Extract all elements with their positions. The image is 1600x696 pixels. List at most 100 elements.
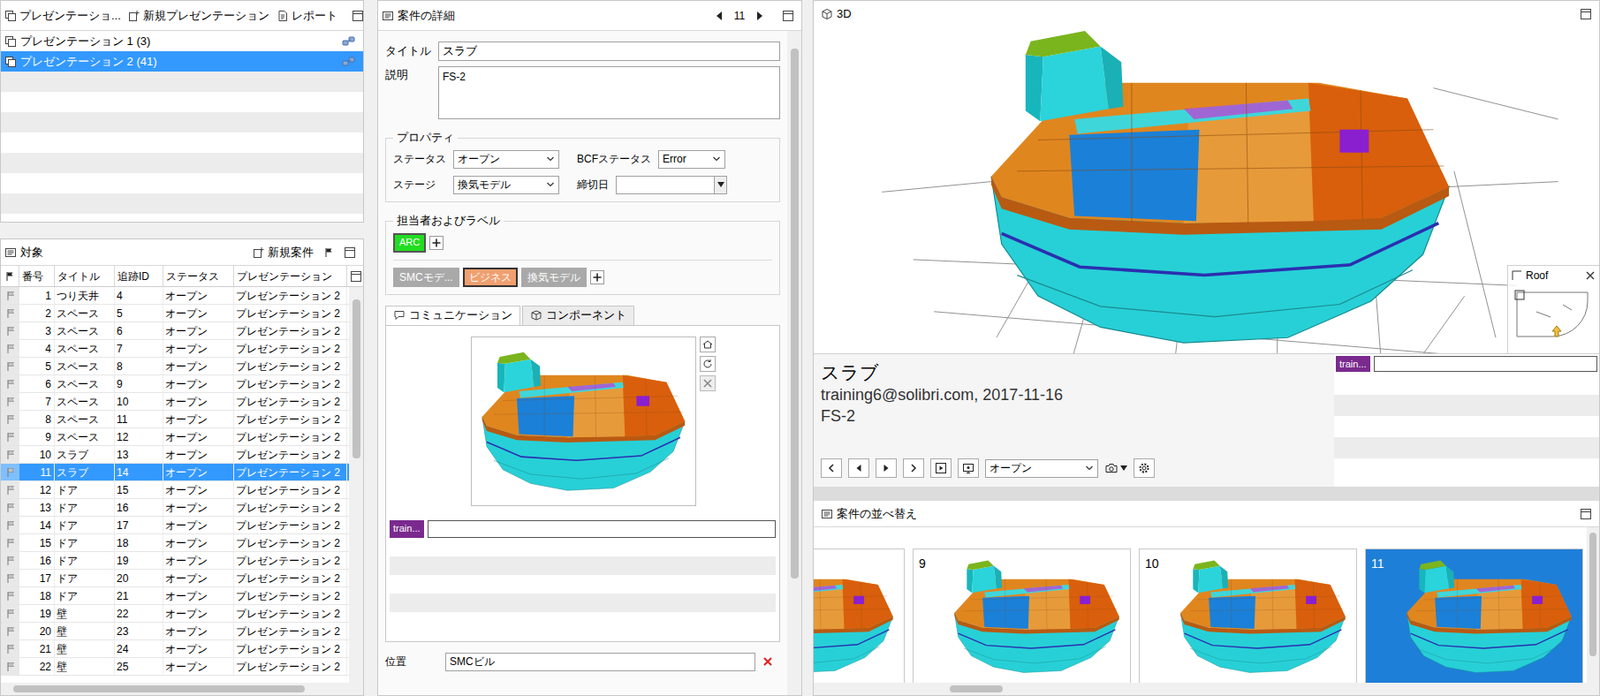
horizontal-scrollbar[interactable] xyxy=(0,682,364,696)
play-icon[interactable] xyxy=(930,458,952,478)
table-row[interactable]: 11スラブ14オープンプレゼンテーション 2 xyxy=(0,463,349,482)
vertical-scrollbar[interactable] xyxy=(348,287,364,683)
label-chip[interactable]: SMCモデ... xyxy=(393,267,460,288)
column-chooser[interactable] xyxy=(348,265,364,287)
label-chip[interactable]: ビジネス xyxy=(462,267,518,288)
flag-icon[interactable] xyxy=(324,247,334,258)
settings-icon[interactable] xyxy=(1133,458,1155,478)
building-model[interactable] xyxy=(972,25,1468,349)
flag-cell[interactable] xyxy=(0,569,20,587)
flag-cell[interactable] xyxy=(0,463,20,481)
scroll-thumb[interactable] xyxy=(352,299,361,459)
flag-cell[interactable] xyxy=(0,287,20,304)
toolbar-button[interactable]: レポート xyxy=(276,7,338,25)
assignee-chip[interactable]: ARC xyxy=(393,233,426,253)
add-icon[interactable] xyxy=(590,270,605,285)
table-row[interactable]: 18ドア21オープンプレゼンテーション 2 xyxy=(0,587,349,606)
issue-card[interactable] xyxy=(813,548,905,683)
flag-cell[interactable] xyxy=(0,640,20,658)
comment-input[interactable] xyxy=(1373,356,1598,372)
table-row[interactable]: 2スペース5オープンプレゼンテーション 2 xyxy=(0,304,349,323)
vertical-scrollbar[interactable] xyxy=(787,30,802,696)
table-row[interactable]: 3スペース6オープンプレゼンテーション 2 xyxy=(0,322,349,341)
toolbar-button[interactable]: 新規プレゼンテーション xyxy=(128,7,270,25)
column-header[interactable]: 番号 xyxy=(19,265,55,287)
column-header[interactable]: ステータス xyxy=(163,265,235,287)
column-header[interactable]: タイトル xyxy=(54,265,115,287)
new-issue-button[interactable]: 新規案件 xyxy=(252,243,314,262)
table-row[interactable]: 14ドア17オープンプレゼンテーション 2 xyxy=(0,516,349,535)
scroll-thumb[interactable] xyxy=(13,685,305,693)
flag-cell[interactable] xyxy=(0,622,20,640)
maximize-icon[interactable] xyxy=(351,9,364,23)
scroll-thumb[interactable] xyxy=(949,685,1003,693)
last-icon[interactable] xyxy=(902,458,925,478)
description-input[interactable]: FS-2 xyxy=(438,66,781,120)
table-row[interactable]: 8スペース11オープンプレゼンテーション 2 xyxy=(0,410,349,429)
minimap[interactable]: Roof xyxy=(1507,265,1600,354)
maximize-icon[interactable] xyxy=(343,246,357,259)
issue-card[interactable]: 9 xyxy=(912,548,1131,683)
table-row[interactable]: 13ドア16オープンプレゼンテーション 2 xyxy=(0,499,349,517)
flag-cell[interactable] xyxy=(0,499,20,516)
flag-cell[interactable] xyxy=(0,446,20,463)
splitter[interactable] xyxy=(813,486,1600,501)
next-icon[interactable] xyxy=(875,458,897,478)
presentation-item[interactable]: プレゼンテーション 2 (41) xyxy=(0,51,364,72)
vertical-scrollbar[interactable] xyxy=(1586,527,1600,696)
flag-cell[interactable] xyxy=(0,428,20,446)
delete-icon[interactable] xyxy=(699,375,716,392)
toolbar-button[interactable]: プレゼンテーショ... xyxy=(4,7,122,25)
table-row[interactable]: 5スペース8オープンプレゼンテーション 2 xyxy=(0,357,349,376)
refresh-icon[interactable] xyxy=(699,356,716,372)
3d-view[interactable]: 3DRoof xyxy=(813,0,1600,355)
first-icon[interactable] xyxy=(820,458,842,478)
table-row[interactable]: 17ドア20オープンプレゼンテーション 2 xyxy=(0,569,349,588)
previous-icon[interactable] xyxy=(848,458,870,478)
table-row[interactable]: 7スペース10オープンプレゼンテーション 2 xyxy=(0,393,349,411)
table-row[interactable]: 19壁22オープンプレゼンテーション 2 xyxy=(0,605,349,623)
add-icon[interactable] xyxy=(429,235,444,251)
table-row[interactable]: 16ドア19オープンプレゼンテーション 2 xyxy=(0,552,349,570)
flag-cell[interactable] xyxy=(0,322,20,340)
label-chip[interactable]: 換気モデル xyxy=(521,267,587,288)
horizontal-scrollbar[interactable] xyxy=(813,682,1587,696)
flag-cell[interactable] xyxy=(0,410,20,428)
previous-icon[interactable] xyxy=(714,10,724,22)
next-icon[interactable] xyxy=(755,10,765,22)
table-row[interactable]: 1つり天井4オープンプレゼンテーション 2 xyxy=(0,287,349,305)
close-icon[interactable] xyxy=(1584,270,1596,281)
issue-card[interactable]: 10 xyxy=(1138,548,1358,683)
tab[interactable]: コミュニケーション xyxy=(385,305,521,326)
column-header[interactable]: プレゼンテーション xyxy=(234,265,348,287)
flag-cell[interactable] xyxy=(0,516,20,534)
location-input[interactable]: SMCビル xyxy=(445,652,756,672)
clear-icon[interactable] xyxy=(762,656,774,668)
flag-cell[interactable] xyxy=(0,375,20,393)
presentation-icon[interactable] xyxy=(957,458,979,478)
date-picker-button[interactable] xyxy=(714,175,728,195)
camera-home-icon[interactable] xyxy=(699,336,716,353)
title-input[interactable]: スラブ xyxy=(438,41,781,61)
status-select[interactable]: オープン xyxy=(985,459,1099,478)
snapshot-thumbnail[interactable] xyxy=(470,336,697,507)
table-row[interactable]: 6スペース9オープンプレゼンテーション 2 xyxy=(0,375,349,394)
tab[interactable]: コンポーネント xyxy=(522,305,635,326)
flag-cell[interactable] xyxy=(0,357,20,375)
table-row[interactable]: 22壁25オープンプレゼンテーション 2 xyxy=(0,658,349,676)
presentation-item[interactable]: プレゼンテーション 1 (3) xyxy=(0,30,364,52)
flag-cell[interactable] xyxy=(0,304,20,322)
table-row[interactable]: 15ドア18オープンプレゼンテーション 2 xyxy=(0,534,349,553)
flag-cell[interactable] xyxy=(0,481,20,499)
bcf-select[interactable]: Error xyxy=(658,150,726,169)
flag-cell[interactable] xyxy=(0,552,20,569)
due-date-field[interactable] xyxy=(615,175,728,195)
flag-cell[interactable] xyxy=(0,587,20,605)
table-row[interactable]: 20壁23オープンプレゼンテーション 2 xyxy=(0,622,349,641)
column-header[interactable]: 追跡ID xyxy=(114,265,164,287)
table-row[interactable]: 4スペース7オープンプレゼンテーション 2 xyxy=(0,340,349,358)
table-row[interactable]: 10スラブ13オープンプレゼンテーション 2 xyxy=(0,446,349,464)
maximize-icon[interactable] xyxy=(781,9,795,23)
issue-card[interactable]: 11 xyxy=(1364,548,1584,683)
flag-cell[interactable] xyxy=(0,340,20,357)
